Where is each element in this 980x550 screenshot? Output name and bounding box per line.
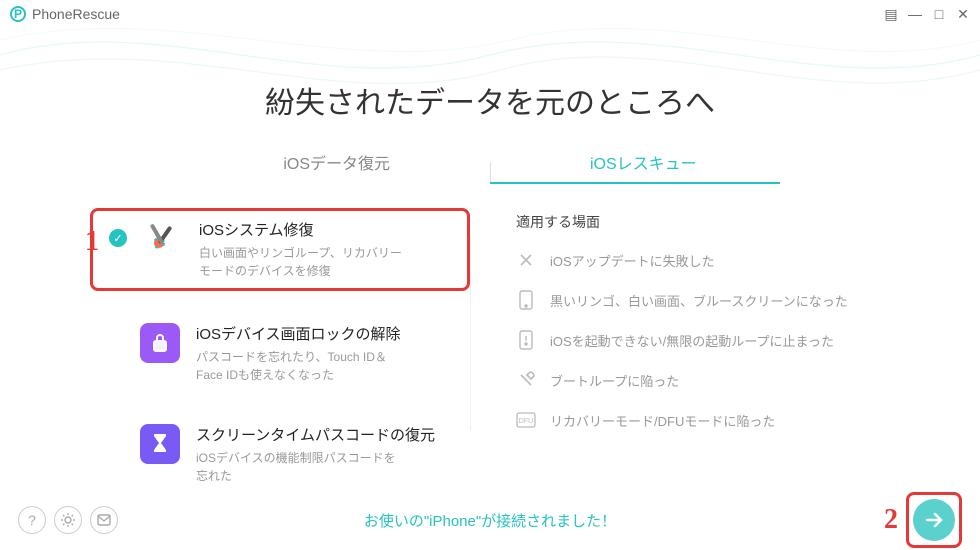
lock-icon [140, 323, 180, 363]
annotation-2: 2 [884, 504, 898, 536]
title-bar: P PhoneRescue ▤ ― □ ✕ [0, 0, 980, 28]
tab-data-recovery[interactable]: iOSデータ復元 [283, 150, 390, 184]
scenario-text: ブートループに陥った [550, 371, 679, 390]
help-button[interactable]: ? [18, 506, 46, 534]
scenario-item: 黒いリンゴ、白い画面、ブルースクリーンになった [516, 290, 890, 310]
scenario-text: リカバリーモード/DFUモードに陥った [550, 411, 775, 430]
option-screentime[interactable]: スクリーンタイムパスコードの復元 iOSデバイスの機能制限パスコードを忘れた [90, 416, 470, 493]
scenario-item: iOSアップデートに失敗した [516, 250, 890, 270]
phone-icon [516, 290, 536, 310]
menu-icon[interactable]: ▤ [884, 6, 898, 23]
option-desc: パスコードを忘れたり、Touch ID＆Face IDも使えなくなった [196, 348, 406, 384]
close-icon[interactable]: ✕ [956, 6, 970, 23]
scenario-item: DFU リカバリーモード/DFUモードに陥った [516, 410, 890, 430]
tab-ios-rescue[interactable]: iOSレスキュー [590, 150, 697, 184]
phone-alert-icon [516, 330, 536, 350]
svg-text:DFU: DFU [519, 418, 533, 425]
option-desc: 白い画面やリンゴループ、リカバリーモードのデバイスを修復 [199, 244, 409, 280]
app-name: PhoneRescue [32, 6, 120, 22]
option-desc: iOSデバイスの機能制限パスコードを忘れた [196, 449, 406, 485]
scenario-item: iOSを起動できない/無限の起動ループに止まった [516, 330, 890, 350]
settings-button[interactable] [54, 506, 82, 534]
wrench-icon [516, 370, 536, 390]
check-icon: ✓ [109, 229, 127, 247]
wrench-screwdriver-icon [143, 219, 183, 259]
maximize-icon[interactable]: □ [932, 6, 946, 22]
brand-logo-icon: P [10, 6, 26, 22]
connection-status: お使いの"iPhone"が接続されました！ [364, 510, 616, 531]
minimize-icon[interactable]: ― [908, 6, 922, 22]
scenario-item: ブートループに陥った [516, 370, 890, 390]
tabs: iOSデータ復元 iOSレスキュー [0, 150, 980, 184]
dfu-icon: DFU [516, 410, 536, 430]
scenarios-heading: 適用する場面 [516, 212, 890, 232]
scenario-text: iOSを起動できない/無限の起動ループに止まった [550, 331, 834, 350]
option-title: iOSデバイス画面ロックの解除 [196, 323, 406, 344]
option-screen-unlock[interactable]: iOSデバイス画面ロックの解除 パスコードを忘れたり、Touch ID＆Face… [90, 315, 470, 392]
feedback-button[interactable] [90, 506, 118, 534]
page-title: 紛失されたデータを元のところへ [0, 78, 980, 122]
option-title: iOSシステム修復 [199, 219, 409, 240]
proceed-button[interactable] [913, 499, 955, 541]
x-icon [516, 250, 536, 270]
scenario-text: 黒いリンゴ、白い画面、ブルースクリーンになった [550, 291, 848, 310]
option-title: スクリーンタイムパスコードの復元 [196, 424, 435, 445]
hourglass-icon [140, 424, 180, 464]
option-system-repair[interactable]: ✓ iOSシステム修復 白い画面やリンゴループ、リカバリーモードのデバイスを修復 [90, 208, 470, 291]
scenario-text: iOSアップデートに失敗した [550, 251, 715, 270]
